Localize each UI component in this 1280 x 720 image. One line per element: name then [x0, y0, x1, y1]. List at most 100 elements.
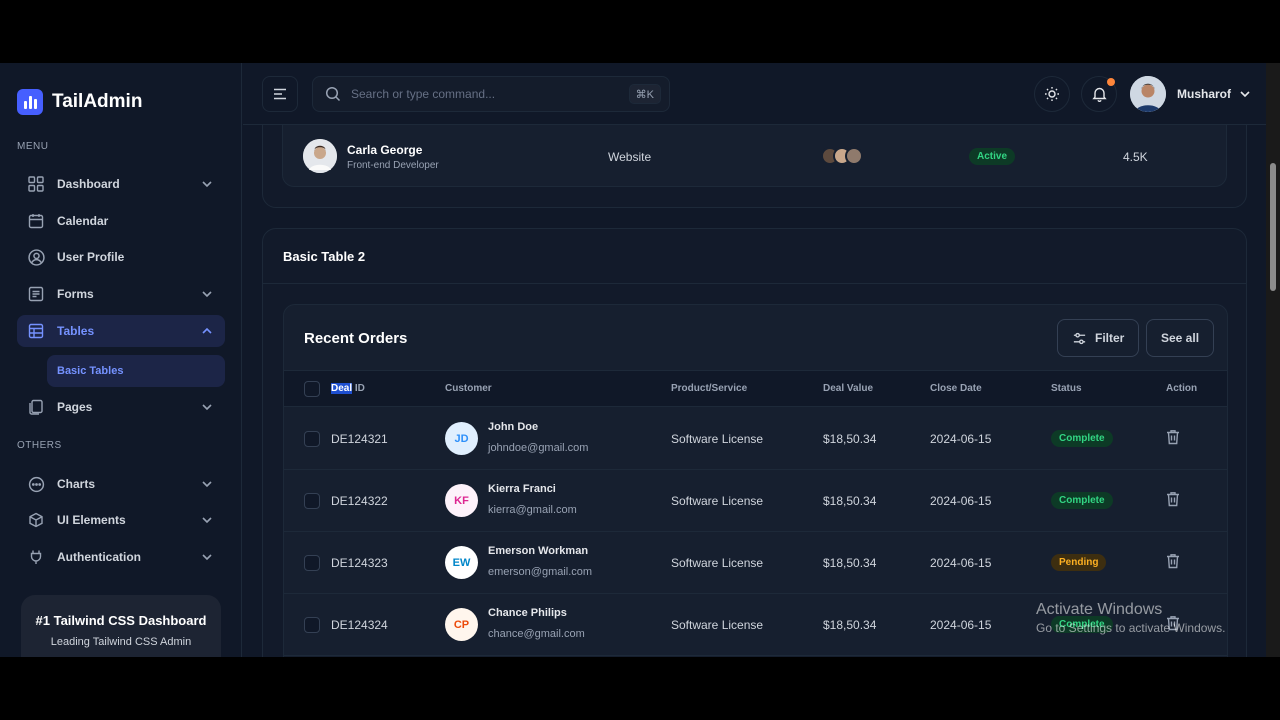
- page-scrollbar[interactable]: [1266, 63, 1280, 657]
- customer-email: chance@gmail.com: [488, 628, 585, 640]
- product-service: Software License: [671, 432, 764, 446]
- sidebar-subitem-basic-tables[interactable]: Basic Tables: [47, 355, 225, 387]
- promo-text: Leading Tailwind CSS Admin: [50, 636, 192, 648]
- row-checkbox[interactable]: [304, 555, 320, 571]
- theme-toggle-button[interactable]: [1034, 76, 1070, 112]
- user-menu[interactable]: Musharof: [1130, 76, 1251, 112]
- row-checkbox[interactable]: [304, 431, 320, 447]
- cube-icon: [27, 511, 45, 529]
- sidebar-toggle-button[interactable]: [262, 76, 298, 112]
- sidebar-item-user-profile[interactable]: User Profile: [17, 241, 225, 273]
- sidebar-item-ui-elements[interactable]: UI Elements: [17, 504, 225, 536]
- close-date: 2024-06-15: [930, 494, 992, 508]
- sidebar-item-pages[interactable]: Pages: [17, 391, 225, 423]
- sidebar-item-label: User Profile: [57, 250, 125, 264]
- column-header-product: Product/Service: [671, 383, 748, 394]
- notification-dot: [1107, 78, 1115, 86]
- product-service: Software License: [671, 494, 764, 508]
- sidebar-item-calendar[interactable]: Calendar: [17, 205, 225, 237]
- menu-section-label: MENU: [17, 141, 49, 152]
- sidebar-item-charts[interactable]: Charts: [17, 468, 225, 500]
- team-avatars: [821, 147, 863, 165]
- deal-id: DE124322: [331, 494, 388, 508]
- chevron-down-icon: [202, 291, 212, 298]
- sidebar-item-label: UI Elements: [57, 513, 126, 527]
- member-name: Carla George: [347, 143, 423, 157]
- logo[interactable]: TailAdmin: [17, 89, 142, 115]
- calendar-icon: [27, 212, 45, 230]
- chevron-up-icon: [202, 327, 212, 334]
- sidebar-item-label: Pages: [57, 400, 93, 414]
- column-header-deal-id[interactable]: Deal ID: [331, 383, 365, 394]
- trash-icon[interactable]: [1166, 429, 1180, 445]
- windows-watermark: Activate Windows Go to Settings to activ…: [1036, 601, 1225, 635]
- status-badge: Pending: [1051, 554, 1107, 571]
- menu-icon: [274, 88, 286, 100]
- sidebar: TailAdmin MENU Dashboard Calendar User P…: [0, 63, 242, 657]
- deal-value: $18,50.34: [823, 494, 877, 508]
- watermark-line-1: Activate Windows: [1036, 601, 1163, 618]
- customer-email: emerson@gmail.com: [488, 566, 593, 578]
- deal-value: $18,50.34: [823, 432, 877, 446]
- scrollbar-thumb[interactable]: [1270, 163, 1276, 291]
- close-date: 2024-06-15: [930, 432, 992, 446]
- sidebar-item-label: Calendar: [57, 214, 109, 228]
- row-checkbox[interactable]: [304, 493, 320, 509]
- chevron-down-icon: [202, 181, 212, 188]
- column-header-deal-value: Deal Value: [823, 383, 874, 394]
- avatar: [303, 139, 337, 173]
- filter-button[interactable]: Filter: [1057, 319, 1140, 357]
- table-row: DE124321 JD John Doe johndoe@gmail.com Softw…: [284, 408, 1227, 470]
- column-header-close-date: Close Date: [930, 383, 982, 394]
- avatar: [1130, 76, 1166, 112]
- search-input[interactable]: [351, 87, 621, 101]
- grid-icon: [27, 175, 45, 193]
- deal-value: $18,50.34: [823, 618, 877, 632]
- sidebar-item-authentication[interactable]: Authentication: [17, 541, 225, 573]
- search-icon: [325, 86, 341, 102]
- basic-table-2-card: Basic Table 2 Recent Orders Filter See a…: [262, 228, 1247, 657]
- sidebar-item-dashboard[interactable]: Dashboard: [17, 168, 225, 200]
- deal-value: $18,50.34: [823, 556, 877, 570]
- filter-label: Filter: [1095, 331, 1125, 345]
- user-name: Musharof: [1177, 87, 1231, 101]
- sidebar-item-tables[interactable]: Tables: [17, 315, 225, 347]
- bell-icon: [1091, 87, 1107, 102]
- status-badge: Complete: [1051, 492, 1113, 509]
- table-row: Carla George Front-end Developer Website…: [282, 125, 1227, 187]
- customer-name: John Doe: [488, 421, 539, 433]
- others-section-label: OTHERS: [17, 440, 62, 451]
- sidebar-item-label: Forms: [57, 287, 94, 301]
- shortcut-badge: ⌘K: [628, 84, 661, 104]
- pages-icon: [27, 398, 45, 416]
- app-name: TailAdmin: [52, 91, 143, 112]
- column-header-status: Status: [1051, 383, 1082, 394]
- promo-title: #1 Tailwind CSS Dashboard: [35, 613, 207, 628]
- chevron-down-icon: [202, 517, 212, 524]
- divider: [263, 283, 1246, 284]
- notifications-button[interactable]: [1081, 76, 1117, 112]
- column-label: ID: [352, 383, 365, 394]
- section-title: Basic Table 2: [283, 249, 366, 264]
- customer-avatar: JD: [445, 422, 478, 455]
- select-all-checkbox[interactable]: [304, 381, 320, 397]
- trash-icon[interactable]: [1166, 553, 1180, 569]
- close-date: 2024-06-15: [930, 556, 992, 570]
- column-header-customer: Customer: [445, 383, 492, 394]
- search-box[interactable]: ⌘K: [312, 76, 670, 112]
- customer-email: johndoe@gmail.com: [488, 442, 589, 454]
- row-checkbox[interactable]: [304, 617, 320, 633]
- team-avatar: [845, 147, 863, 165]
- trash-icon[interactable]: [1166, 491, 1180, 507]
- sidebar-item-forms[interactable]: Forms: [17, 278, 225, 310]
- deal-id: DE124324: [331, 618, 388, 632]
- customer-avatar: EW: [445, 546, 478, 579]
- table-title: Recent Orders: [304, 330, 408, 347]
- sidebar-item-label: Charts: [57, 477, 96, 491]
- sidebar-item-label: Dashboard: [57, 177, 120, 191]
- selected-text: Deal: [331, 383, 353, 394]
- promo-card: #1 Tailwind CSS Dashboard Leading Tailwi…: [21, 595, 221, 657]
- product-service: Software License: [671, 618, 764, 632]
- chevron-down-icon: [202, 481, 212, 488]
- see-all-button[interactable]: See all: [1146, 319, 1215, 357]
